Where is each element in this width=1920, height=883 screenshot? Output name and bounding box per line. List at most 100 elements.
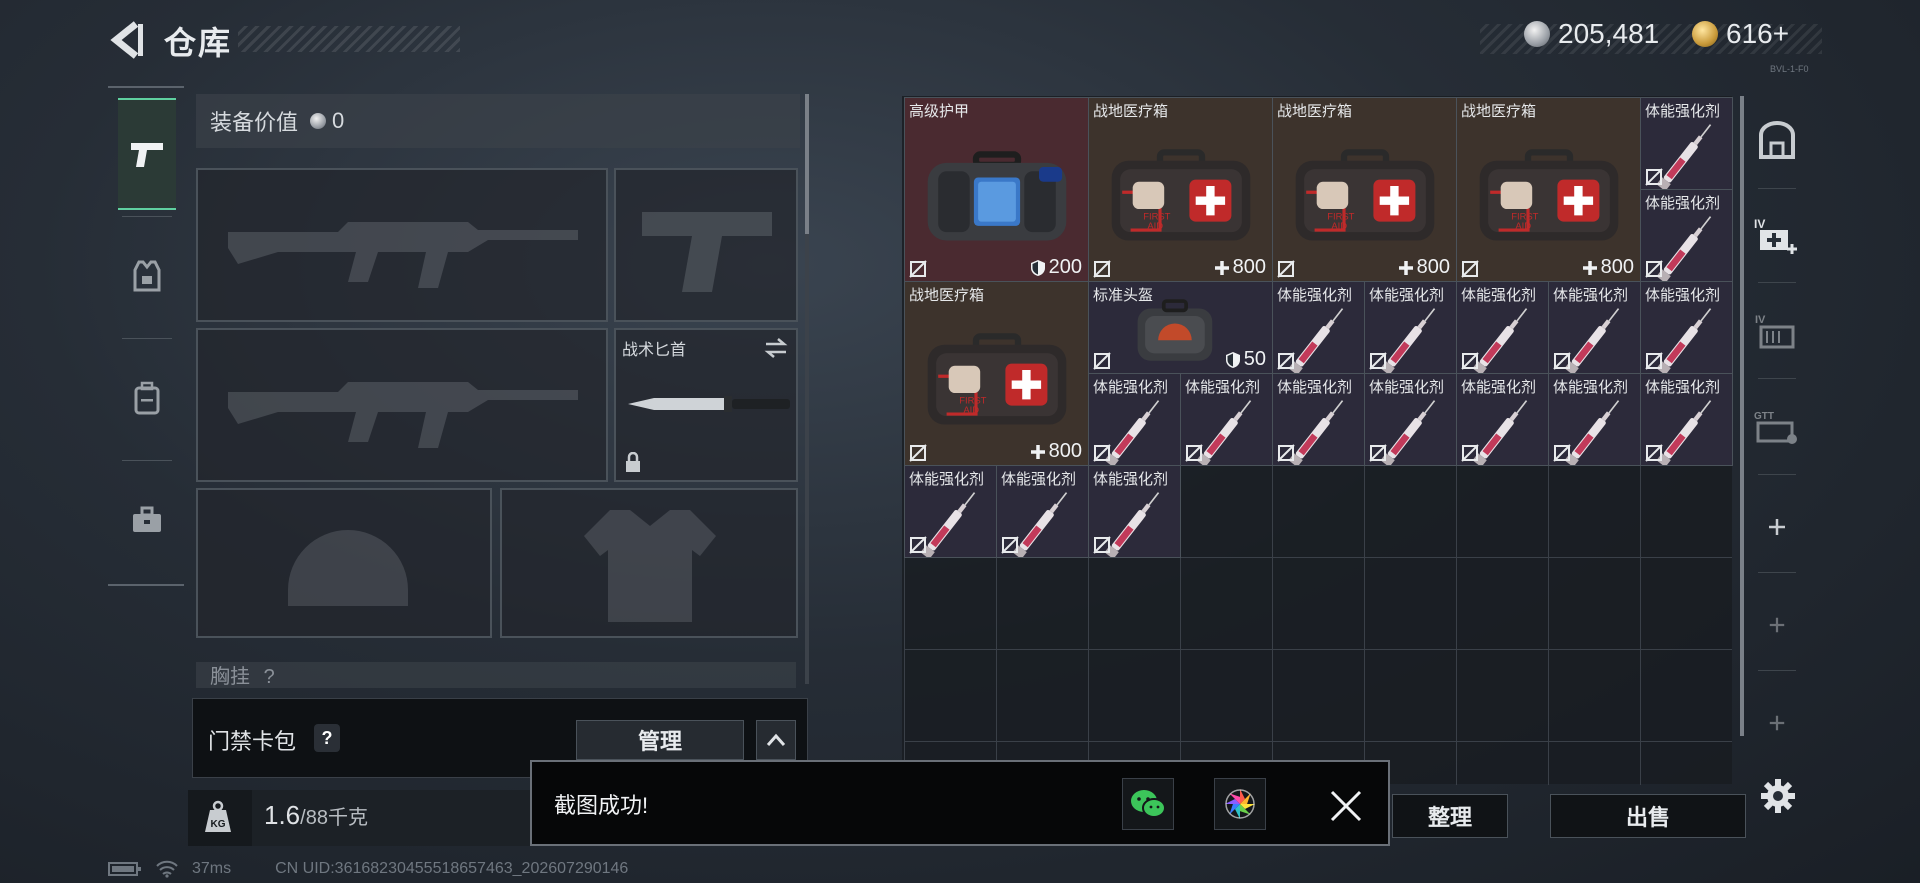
inventory-item[interactable]: 体能强化剂 bbox=[1640, 97, 1733, 190]
inventory-item[interactable]: 体能强化剂 bbox=[1640, 373, 1733, 466]
silver-coin-icon bbox=[310, 113, 327, 129]
helmet-slot[interactable] bbox=[196, 488, 492, 638]
item-name: 战地医疗箱 bbox=[1461, 103, 1537, 120]
no-loot-icon bbox=[909, 444, 927, 462]
weight-max: /88千克 bbox=[300, 807, 368, 829]
add-slot-button[interactable] bbox=[1750, 590, 1804, 660]
no-loot-icon bbox=[1277, 444, 1295, 462]
item-name: 体能强化剂 bbox=[1461, 287, 1537, 304]
item-name: 体能强化剂 bbox=[1093, 379, 1169, 396]
no-loot-icon bbox=[1461, 352, 1479, 370]
item-name: 体能强化剂 bbox=[1645, 195, 1721, 212]
version-tag: BVL-1-F0 bbox=[1770, 64, 1809, 74]
item-name: 体能强化剂 bbox=[1645, 379, 1721, 396]
no-loot-icon bbox=[1369, 444, 1387, 462]
lock-icon bbox=[626, 452, 640, 472]
ammo-box-button[interactable]: IV bbox=[1750, 296, 1804, 366]
wechat-icon bbox=[1131, 790, 1166, 818]
pistol-slot[interactable] bbox=[614, 168, 798, 322]
add-slot-button[interactable] bbox=[1750, 492, 1804, 562]
tab-toolbox[interactable] bbox=[118, 466, 176, 574]
inventory-item[interactable]: 体能强化剂 bbox=[1456, 281, 1549, 374]
rifle-silhouette-icon bbox=[228, 222, 578, 288]
svg-text:AID: AID bbox=[1331, 221, 1347, 232]
no-loot-icon bbox=[909, 536, 927, 554]
inventory-item[interactable]: 体能强化剂 bbox=[1180, 373, 1273, 466]
tab-backpack[interactable] bbox=[118, 344, 176, 452]
no-loot-icon bbox=[1277, 352, 1295, 370]
sort-button[interactable]: 整理 bbox=[1392, 794, 1508, 838]
settings-button[interactable] bbox=[1760, 778, 1796, 818]
inventory-item[interactable]: 标准头盔 50 bbox=[1088, 281, 1273, 374]
inventory-item[interactable]: FIRST AID 战地医疗箱 800 bbox=[1088, 97, 1273, 282]
tab-weapons[interactable] bbox=[118, 98, 176, 210]
inventory-item[interactable]: 体能强化剂 bbox=[1548, 373, 1641, 466]
inventory-item[interactable]: 体能强化剂 bbox=[1272, 281, 1365, 374]
inventory-item[interactable]: FIRST AID 战地医疗箱 800 bbox=[1456, 97, 1641, 282]
back-button[interactable] bbox=[108, 18, 146, 62]
plus-icon bbox=[1398, 260, 1413, 275]
inventory-scrollbar[interactable] bbox=[1740, 96, 1744, 736]
primary-weapon-slot[interactable] bbox=[196, 168, 608, 322]
first-aid-kit-icon: FIRST AID bbox=[927, 333, 1067, 425]
melee-slot[interactable]: 战术匕首 bbox=[614, 328, 798, 482]
inventory-item[interactable]: 体能强化剂 bbox=[1456, 373, 1549, 466]
svg-text:AID: AID bbox=[1147, 221, 1163, 232]
svg-text:IV: IV bbox=[1755, 314, 1766, 326]
briefcase-icon bbox=[133, 506, 161, 532]
inventory-item[interactable]: 体能强化剂 bbox=[1548, 281, 1641, 374]
first-aid-kit-icon: FIRST AID bbox=[1111, 149, 1251, 241]
item-value-number: 800 bbox=[1600, 256, 1634, 278]
item-name: 战地医疗箱 bbox=[1277, 103, 1353, 120]
share-album-button[interactable] bbox=[1214, 778, 1266, 830]
inventory-item[interactable]: 体能强化剂 bbox=[996, 465, 1089, 558]
inventory-item[interactable]: 体能强化剂 bbox=[1364, 281, 1457, 374]
item-name: 体能强化剂 bbox=[1185, 379, 1261, 396]
swap-icon[interactable] bbox=[764, 338, 788, 358]
currency-gold-value: 616+ bbox=[1726, 18, 1790, 49]
inventory-item[interactable]: 体能强化剂 bbox=[1364, 373, 1457, 466]
chest-rig-slot[interactable]: 胸挂 ? bbox=[196, 662, 796, 688]
equipment-scrollbar[interactable] bbox=[805, 94, 809, 234]
inventory-item[interactable]: 体能强化剂 bbox=[904, 465, 997, 558]
back-arrow-icon bbox=[110, 21, 143, 59]
inventory-item[interactable]: 体能强化剂 bbox=[1088, 465, 1181, 558]
medkit-add-button[interactable]: IV bbox=[1750, 200, 1804, 270]
plus-icon bbox=[1769, 715, 1785, 731]
toast-close-button[interactable] bbox=[1326, 786, 1366, 826]
share-wechat-button[interactable] bbox=[1122, 778, 1174, 830]
pistol-icon bbox=[131, 143, 163, 167]
inventory-item[interactable]: 体能强化剂 bbox=[1640, 281, 1733, 374]
tab-vest[interactable] bbox=[118, 222, 176, 330]
sell-button[interactable]: 出售 bbox=[1550, 794, 1746, 838]
inventory-item[interactable]: FIRST AID 战地医疗箱 800 bbox=[904, 281, 1089, 466]
item-name: 高级护甲 bbox=[909, 103, 970, 120]
rifle-silhouette-icon bbox=[228, 382, 578, 448]
weight-kg-icon: KG bbox=[204, 800, 232, 839]
manage-button[interactable]: 管理 bbox=[576, 720, 744, 760]
inventory-item[interactable]: 体能强化剂 bbox=[1088, 373, 1181, 466]
no-loot-icon bbox=[1185, 444, 1203, 462]
keycard-help-button[interactable]: ? bbox=[314, 724, 340, 752]
plus-icon bbox=[1030, 444, 1045, 459]
inventory-item[interactable]: FIRST AID 战地医疗箱 800 bbox=[1272, 97, 1457, 282]
inventory-item[interactable]: 体能强化剂 bbox=[1272, 373, 1365, 466]
secondary-weapon-slot[interactable] bbox=[196, 328, 608, 482]
add-slot-button[interactable] bbox=[1750, 688, 1804, 758]
weight-current: 1.6 bbox=[264, 800, 301, 830]
no-loot-icon bbox=[1553, 444, 1571, 462]
item-name: 体能强化剂 bbox=[1277, 379, 1353, 396]
shield-icon bbox=[1030, 259, 1045, 276]
inventory-item[interactable]: 体能强化剂 bbox=[1640, 189, 1733, 282]
ammo-box-icon: IV bbox=[1755, 314, 1795, 349]
svg-text:AID: AID bbox=[963, 405, 979, 416]
armor-slot[interactable] bbox=[500, 488, 798, 638]
expand-button[interactable] bbox=[756, 720, 796, 760]
item-name: 体能强化剂 bbox=[1645, 103, 1721, 120]
gun-case-button[interactable]: GTT bbox=[1750, 392, 1804, 462]
safe-box-button[interactable] bbox=[1750, 106, 1804, 176]
currency-gold[interactable]: 616+ bbox=[1692, 18, 1789, 50]
keycard-label: 门禁卡包 bbox=[208, 729, 297, 754]
inventory-item[interactable]: 高级护甲 200 bbox=[904, 97, 1089, 282]
item-name: 体能强化剂 bbox=[1001, 471, 1077, 488]
